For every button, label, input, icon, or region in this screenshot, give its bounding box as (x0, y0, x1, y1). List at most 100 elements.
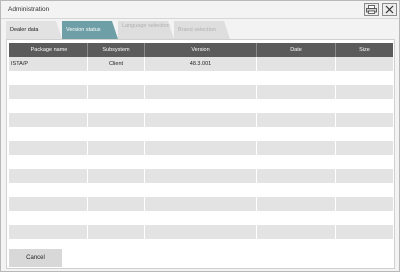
table-row[interactable] (9, 99, 393, 113)
cell-version (145, 183, 257, 197)
cell-version (145, 85, 257, 99)
table-row[interactable]: ISTA/P Client 48.3.001 (9, 57, 393, 71)
cell-subsystem (88, 127, 145, 141)
header-subsystem[interactable]: Subsystem (88, 43, 145, 57)
cell-package-name (9, 99, 88, 113)
table-row[interactable] (9, 127, 393, 141)
cell-version (145, 155, 257, 169)
table-row[interactable] (9, 197, 393, 211)
tab-bar: Dealer data Version status Language sele… (6, 21, 396, 39)
table-row[interactable] (9, 113, 393, 127)
cell-size (336, 127, 393, 141)
tab-version-status[interactable]: Version status (62, 21, 118, 39)
cell-version (145, 211, 257, 225)
cell-package-name (9, 141, 88, 155)
table-header: Package name Subsystem Version Date Size (9, 43, 393, 57)
cell-package-name (9, 155, 88, 169)
cell-subsystem (88, 211, 145, 225)
cell-date (257, 113, 336, 127)
version-table: Package name Subsystem Version Date Size… (9, 43, 393, 239)
table-row[interactable] (9, 155, 393, 169)
print-button[interactable] (364, 3, 379, 16)
cell-subsystem (88, 141, 145, 155)
cell-subsystem (88, 99, 145, 113)
cell-date (257, 155, 336, 169)
cell-subsystem (88, 155, 145, 169)
cell-date (257, 57, 336, 71)
table-row[interactable] (9, 225, 393, 239)
cell-package-name (9, 183, 88, 197)
cell-size (336, 155, 393, 169)
cell-size (336, 225, 393, 239)
table-row[interactable] (9, 85, 393, 99)
cell-version (145, 169, 257, 183)
cell-date (257, 141, 336, 155)
cell-package-name (9, 169, 88, 183)
cell-subsystem (88, 113, 145, 127)
cell-version (145, 141, 257, 155)
cell-size (336, 99, 393, 113)
header-package-name[interactable]: Package name (9, 43, 88, 57)
cell-version (145, 113, 257, 127)
cell-size (336, 183, 393, 197)
cell-package-name: ISTA/P (9, 57, 88, 71)
cell-subsystem (88, 169, 145, 183)
cell-subsystem (88, 85, 145, 99)
cell-date (257, 127, 336, 141)
cell-date (257, 183, 336, 197)
close-icon (385, 5, 394, 14)
cell-size (336, 169, 393, 183)
cell-size (336, 211, 393, 225)
cell-size (336, 141, 393, 155)
cell-version (145, 197, 257, 211)
tab-brand-selection: Brand selection (174, 21, 230, 39)
header-version[interactable]: Version (145, 43, 257, 57)
cell-size (336, 197, 393, 211)
cell-package-name (9, 225, 88, 239)
cell-version (145, 99, 257, 113)
title-bar: Administration (1, 1, 399, 19)
table-row[interactable] (9, 169, 393, 183)
table-row[interactable] (9, 211, 393, 225)
cell-package-name (9, 113, 88, 127)
cell-package-name (9, 211, 88, 225)
cell-package-name (9, 127, 88, 141)
cell-date (257, 197, 336, 211)
content-panel: Package name Subsystem Version Date Size… (6, 39, 395, 269)
cell-date (257, 169, 336, 183)
header-date[interactable]: Date (257, 43, 336, 57)
cell-size (336, 57, 393, 71)
window-title: Administration (8, 6, 50, 13)
table-row[interactable] (9, 141, 393, 155)
cell-date (257, 211, 336, 225)
cell-package-name (9, 85, 88, 99)
cell-date (257, 225, 336, 239)
cell-subsystem (88, 225, 145, 239)
cell-subsystem (88, 71, 145, 85)
cell-version (145, 127, 257, 141)
tab-dealer-data[interactable]: Dealer data (6, 21, 62, 39)
cell-date (257, 85, 336, 99)
table-row[interactable] (9, 183, 393, 197)
tab-language-selection: Language selection (118, 21, 174, 39)
cell-size (336, 113, 393, 127)
cell-version (145, 225, 257, 239)
header-size[interactable]: Size (336, 43, 393, 57)
table-row[interactable] (9, 71, 393, 85)
print-icon (366, 5, 377, 14)
cell-date (257, 71, 336, 85)
close-button[interactable] (382, 3, 397, 16)
table-body: ISTA/P Client 48.3.001 (9, 57, 393, 239)
cell-date (257, 99, 336, 113)
cell-package-name (9, 71, 88, 85)
cell-package-name (9, 197, 88, 211)
cell-subsystem: Client (88, 57, 145, 71)
cell-size (336, 85, 393, 99)
administration-window: Administration Dealer data Version statu… (0, 0, 400, 272)
cell-subsystem (88, 183, 145, 197)
cell-version (145, 71, 257, 85)
cancel-button[interactable]: Cancel (9, 249, 62, 267)
cell-version: 48.3.001 (145, 57, 257, 71)
cell-subsystem (88, 197, 145, 211)
cell-size (336, 71, 393, 85)
